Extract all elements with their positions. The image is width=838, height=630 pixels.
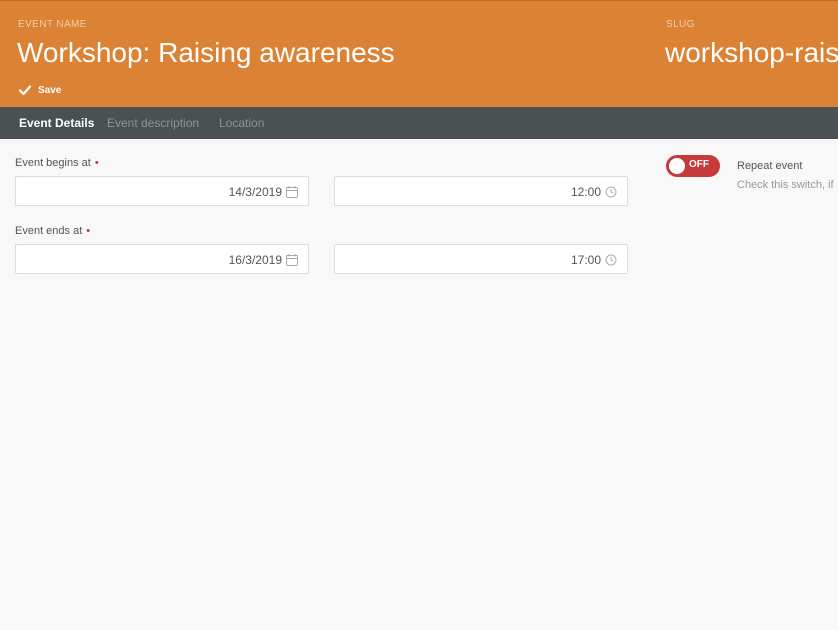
ends-date-input[interactable]: 16/3/2019: [15, 244, 309, 274]
ends-date-value: 16/3/2019: [228, 253, 282, 267]
clock-icon: [605, 186, 617, 198]
event-name-field[interactable]: Workshop: Raising awareness: [17, 37, 395, 69]
tab-event-description[interactable]: Event description: [107, 107, 199, 139]
begins-time-value: 12:00: [570, 185, 601, 199]
begins-time-input[interactable]: 12:00: [334, 176, 628, 206]
clock-icon: [605, 254, 617, 266]
ends-time-input[interactable]: 17:00: [334, 244, 628, 274]
save-button[interactable]: Save: [18, 82, 61, 98]
tab-bar: Event Details Event description Location: [0, 107, 838, 139]
begins-date-input[interactable]: 14/3/2019: [15, 176, 309, 206]
required-indicator: •: [94, 157, 99, 169]
check-icon: [18, 85, 32, 96]
begins-label-row: Event begins at •: [15, 157, 99, 169]
save-button-label: Save: [38, 84, 62, 96]
tab-event-details[interactable]: Event Details: [19, 107, 94, 139]
begins-label: Event begins at: [15, 157, 91, 169]
repeat-event-label: Repeat event: [737, 160, 803, 172]
repeat-event-toggle[interactable]: OFF: [666, 155, 720, 177]
begins-date-value: 14/3/2019: [228, 185, 282, 199]
toggle-state-label: OFF: [689, 159, 709, 170]
event-name-label: EVENT NAME: [18, 19, 87, 30]
ends-time-value: 17:00: [570, 253, 601, 267]
tab-location[interactable]: Location: [219, 107, 264, 139]
slug-field[interactable]: workshop-raisir: [665, 37, 838, 69]
toggle-knob: [669, 158, 685, 174]
slug-label: SLUG: [666, 19, 695, 30]
ends-label: Event ends at: [15, 225, 83, 237]
repeat-event-help: Check this switch, if: [737, 179, 834, 191]
ends-label-row: Event ends at •: [15, 225, 90, 237]
event-header: EVENT NAME Workshop: Raising awareness S…: [0, 0, 838, 107]
calendar-icon: [286, 186, 298, 198]
required-indicator: •: [86, 225, 91, 237]
calendar-icon: [286, 254, 298, 266]
